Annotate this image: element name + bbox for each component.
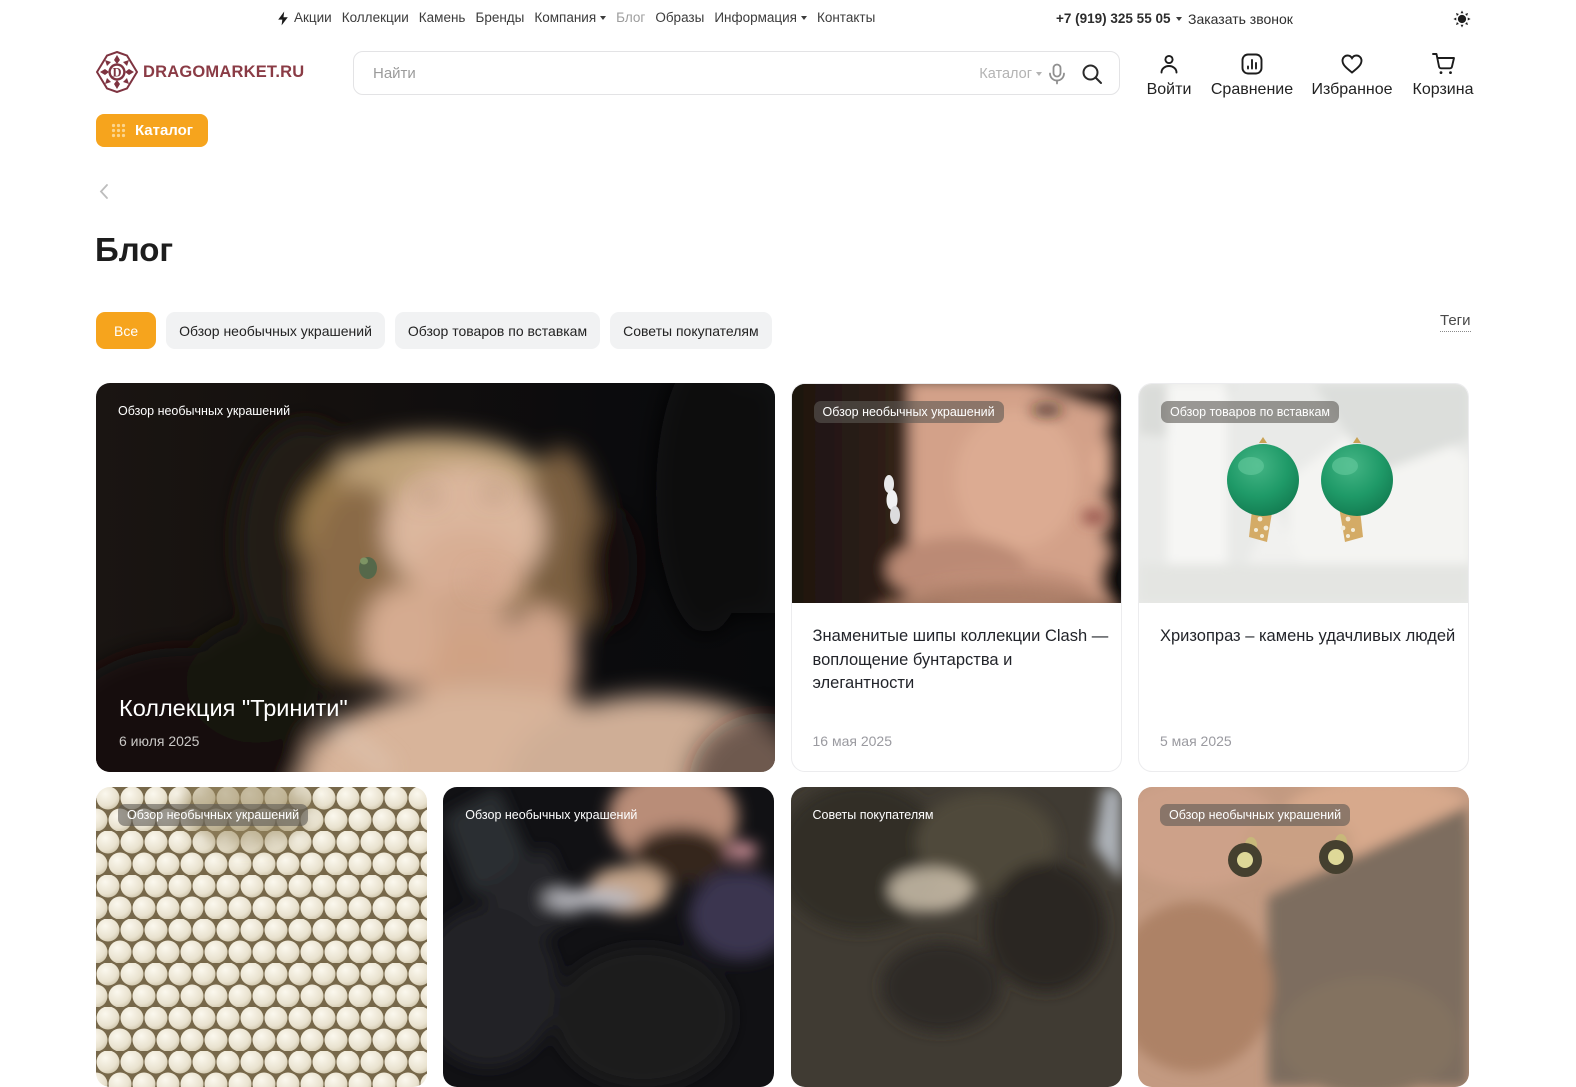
svg-text:D: D bbox=[112, 66, 121, 80]
